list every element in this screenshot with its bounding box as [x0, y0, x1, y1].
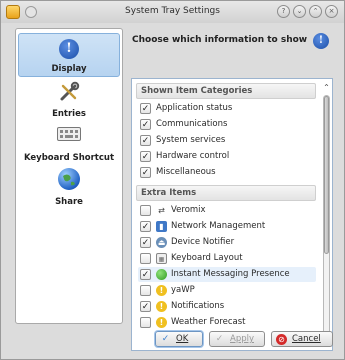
item-label: Miscellaneous: [156, 167, 216, 177]
checkmark-icon: ✓: [215, 334, 224, 344]
checkbox-miscellaneous[interactable]: ✓: [140, 167, 151, 178]
page-entries[interactable]: Entries: [18, 77, 120, 121]
checkbox-hardware-control[interactable]: ✓: [140, 151, 151, 162]
wrench-screwdriver-icon: [58, 81, 80, 103]
page-heading: Choose which information to show: [132, 35, 308, 45]
checkbox-system-services[interactable]: ✓: [140, 135, 151, 146]
ok-button-label: OK: [176, 334, 189, 344]
list-item[interactable]: ✓ System services: [138, 133, 316, 148]
items-list[interactable]: Shown Item Categories ✓ Application stat…: [131, 78, 333, 351]
checkbox-weather-forecast[interactable]: ✓: [140, 317, 151, 328]
checkbox-application-status[interactable]: ✓: [140, 103, 151, 114]
item-label: yaWP: [171, 285, 195, 295]
list-item[interactable]: ✓ Instant Messaging Presence: [138, 267, 316, 282]
minimize-button[interactable]: ⌄: [293, 5, 306, 18]
item-label: System services: [156, 135, 226, 145]
item-label: Instant Messaging Presence: [171, 269, 290, 279]
item-label: Network Management: [171, 221, 266, 231]
list-item[interactable]: ✓ ! Notifications: [138, 299, 316, 314]
item-label: Notifications: [171, 301, 225, 311]
checkbox-device-notifier[interactable]: ✓: [140, 237, 151, 248]
page-list: ! Display Entries Keyboard Shortcut Shar…: [15, 28, 123, 324]
checkbox-notifications[interactable]: ✓: [140, 301, 151, 312]
green-status-icon: [156, 269, 167, 280]
settings-window: System Tray Settings ? ⌄ ⌃ × ! Display E…: [0, 0, 345, 360]
checkmark-icon: ✓: [161, 334, 170, 344]
page-display-label: Display: [51, 64, 87, 74]
cancel-button[interactable]: ⊘ Cancel: [271, 331, 333, 347]
cancel-icon: ⊘: [276, 334, 287, 345]
arrows-icon: ⇄: [158, 206, 165, 215]
title-bar[interactable]: System Tray Settings ? ⌄ ⌃ ×: [1, 1, 344, 23]
checkbox-veromix[interactable]: ✓: [140, 205, 151, 216]
item-label: Veromix: [171, 205, 206, 215]
scroll-track[interactable]: [323, 95, 330, 335]
checkbox-keyboard-layout[interactable]: ✓: [140, 253, 151, 264]
list-item[interactable]: ✓ Application status: [138, 101, 316, 116]
list-item[interactable]: ✓ ! Weather Forecast: [138, 315, 316, 330]
list-item[interactable]: ✓ ▦ Keyboard Layout: [138, 251, 316, 266]
globe-icon: [58, 168, 80, 190]
close-button[interactable]: ×: [325, 5, 338, 18]
group-header-extra-items: Extra Items: [136, 185, 316, 201]
maximize-button[interactable]: ⌃: [309, 5, 322, 18]
page-entries-label: Entries: [52, 109, 86, 119]
item-label: Application status: [156, 103, 233, 113]
help-button[interactable]: ?: [277, 5, 290, 18]
list-item[interactable]: ✓ Miscellaneous: [138, 165, 316, 180]
list-item[interactable]: ✓ ! yaWP: [138, 283, 316, 298]
checkbox-yawp[interactable]: ✓: [140, 285, 151, 296]
item-label: Communications: [156, 119, 228, 129]
checkbox-network-management[interactable]: ✓: [140, 221, 151, 232]
checkbox-instant-messaging-presence[interactable]: ✓: [140, 269, 151, 280]
keyboard-icon: ▦: [156, 253, 167, 264]
ok-button[interactable]: ✓ OK: [155, 331, 203, 347]
list-item[interactable]: ✓ Hardware control: [138, 149, 316, 164]
item-label: Weather Forecast: [171, 317, 246, 327]
scroll-up-arrow-icon[interactable]: ⌃: [322, 83, 331, 92]
item-label: Keyboard Layout: [171, 253, 243, 263]
scroll-thumb[interactable]: [324, 96, 329, 254]
group-header-shown-categories: Shown Item Categories: [136, 83, 316, 99]
checkbox-communications[interactable]: ✓: [140, 119, 151, 130]
list-item[interactable]: ✓ ⏏ Device Notifier: [138, 235, 316, 250]
page-keyboard-shortcut-label: Keyboard Shortcut: [23, 153, 115, 163]
list-item[interactable]: ✓ ▮ Network Management: [138, 219, 316, 234]
drive-icon: ⏏: [156, 237, 167, 248]
page-share-label: Share: [55, 197, 83, 207]
list-item[interactable]: ✓ ⇄ Veromix: [138, 203, 316, 218]
info-yellow-icon: !: [156, 285, 167, 296]
info-yellow-icon: !: [156, 317, 167, 328]
info-icon: !: [313, 33, 329, 49]
display-page: Choose which information to show ! Shown…: [129, 28, 335, 351]
page-display[interactable]: ! Display: [18, 33, 120, 77]
item-label: Hardware control: [156, 151, 230, 161]
page-keyboard-shortcut[interactable]: Keyboard Shortcut: [18, 121, 120, 165]
page-share[interactable]: Share: [18, 165, 120, 209]
cancel-button-label: Cancel: [292, 334, 321, 344]
info-icon: !: [59, 39, 79, 59]
network-bars-icon: ▮: [156, 221, 167, 232]
keyboard-icon: [57, 127, 81, 141]
apply-button[interactable]: ✓ Apply: [209, 331, 265, 347]
item-label: Device Notifier: [171, 237, 235, 247]
list-item[interactable]: ✓ Communications: [138, 117, 316, 132]
apply-button-label: Apply: [230, 334, 254, 344]
vertical-scrollbar[interactable]: ⌃ ⌄: [322, 83, 331, 347]
info-yellow-icon: !: [156, 301, 167, 312]
